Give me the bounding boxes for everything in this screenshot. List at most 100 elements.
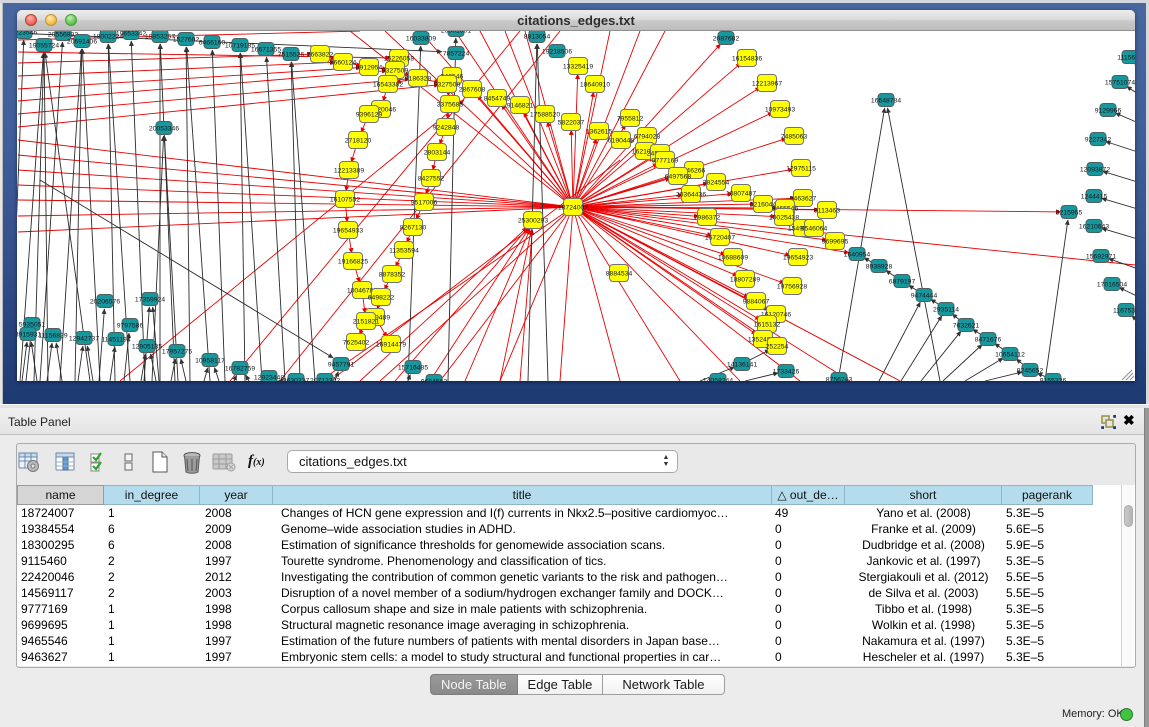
svg-text:11156829: 11156829	[38, 333, 67, 340]
svg-text:10853267: 10853267	[145, 34, 175, 41]
svg-text:8813054: 8813054	[524, 34, 551, 41]
svg-text:9699695: 9699695	[822, 239, 849, 246]
svg-text:7632621: 7632621	[953, 323, 980, 330]
svg-text:12942737: 12942737	[69, 336, 99, 343]
svg-text:15720407: 15720407	[705, 235, 735, 242]
svg-text:7663822: 7663822	[307, 52, 334, 59]
svg-text:19218506: 19218506	[542, 49, 572, 56]
svg-text:9155336: 9155336	[1040, 378, 1067, 382]
svg-text:7857224: 7857224	[443, 51, 470, 58]
svg-text:1167534: 1167534	[1113, 308, 1135, 315]
svg-text:2867608: 2867608	[459, 87, 486, 94]
svg-text:1244415: 1244415	[1081, 194, 1108, 201]
svg-text:16914479: 16914479	[376, 342, 406, 349]
svg-text:2087682: 2087682	[713, 36, 740, 43]
svg-text:9396129: 9396129	[356, 112, 383, 119]
svg-text:17957275: 17957275	[162, 349, 192, 356]
svg-text:8215955: 8215955	[1056, 210, 1083, 217]
svg-text:15751074: 15751074	[1105, 80, 1135, 87]
svg-text:17016504: 17016504	[1097, 282, 1127, 289]
svg-text:7955812: 7955812	[617, 116, 644, 123]
svg-text:19166825: 19166825	[338, 259, 368, 266]
svg-text:17359924: 17359924	[135, 297, 165, 304]
svg-text:9327509: 9327509	[382, 68, 409, 75]
svg-text:15692971: 15692971	[1086, 254, 1116, 261]
svg-text:17588520: 17588520	[530, 112, 560, 119]
svg-text:20801001: 20801001	[441, 31, 471, 35]
svg-text:19654933: 19654933	[333, 228, 363, 235]
svg-text:16033809: 16033809	[406, 36, 436, 43]
svg-text:2151821: 2151821	[353, 319, 380, 326]
svg-text:11353594: 11353594	[389, 248, 419, 255]
svg-text:19654923: 19654923	[783, 255, 813, 262]
svg-text:2803144: 2803144	[424, 150, 451, 157]
svg-text:14058244: 14058244	[703, 378, 733, 382]
svg-text:252254: 252254	[766, 344, 789, 351]
svg-text:8756743: 8756743	[826, 377, 853, 382]
svg-text:12213389: 12213389	[334, 168, 364, 175]
svg-text:8454749: 8454749	[484, 96, 511, 103]
svg-text:25300293: 25300293	[518, 218, 548, 225]
svg-text:12905135: 12905135	[132, 344, 162, 351]
svg-text:6497568: 6497568	[665, 174, 692, 181]
svg-text:9129966: 9129966	[1095, 108, 1122, 115]
svg-text:1362615: 1362615	[586, 129, 613, 136]
svg-text:2223546: 2223546	[17, 31, 37, 37]
svg-text:18640910: 18640910	[580, 82, 610, 89]
svg-text:12975115: 12975115	[786, 166, 816, 173]
svg-text:1640954: 1640954	[844, 252, 871, 259]
svg-text:1115675: 1115675	[1117, 55, 1135, 62]
svg-text:6794028: 6794028	[634, 134, 661, 141]
svg-text:8186328: 8186328	[405, 76, 432, 83]
svg-text:10688609: 10688609	[718, 255, 748, 262]
svg-text:3824554: 3824554	[703, 180, 730, 187]
svg-text:9113463: 9113463	[814, 208, 840, 215]
svg-text:1527602: 1527602	[173, 37, 200, 44]
svg-text:3375685: 3375685	[437, 102, 464, 109]
svg-text:6498222: 6498222	[368, 295, 395, 302]
svg-text:20206576: 20206576	[90, 299, 120, 306]
svg-text:6190448: 6190448	[608, 138, 635, 145]
svg-text:2935114: 2935114	[933, 307, 959, 314]
svg-text:19055724: 19055724	[29, 43, 59, 50]
svg-text:16543382: 16543382	[373, 82, 403, 89]
svg-text:1733426: 1733426	[773, 369, 800, 376]
svg-text:16210643: 16210643	[1079, 224, 1109, 231]
svg-text:10958117: 10958117	[195, 358, 225, 365]
svg-text:9797586: 9797586	[117, 323, 144, 330]
svg-text:9694563: 9694563	[421, 379, 448, 382]
svg-text:18724007: 18724007	[558, 205, 588, 212]
svg-text:8878352: 8878352	[379, 272, 406, 279]
svg-text:8471676: 8471676	[975, 337, 1002, 344]
svg-text:20053346: 20053346	[149, 126, 179, 133]
svg-text:9777169: 9777169	[652, 158, 679, 165]
svg-text:9474444: 9474444	[911, 293, 938, 300]
svg-text:8938928: 8938928	[866, 264, 893, 271]
svg-text:16671355: 16671355	[251, 47, 281, 54]
svg-text:7515526: 7515526	[278, 52, 305, 59]
svg-text:19653342: 19653342	[116, 31, 146, 38]
svg-text:18807289: 18807289	[730, 277, 760, 284]
svg-text:14136141: 14136141	[727, 362, 757, 369]
svg-text:2718120: 2718120	[345, 138, 372, 145]
svg-text:5822037: 5822037	[558, 120, 585, 127]
svg-text:9327508: 9327508	[434, 82, 461, 89]
svg-text:9546064: 9546064	[801, 226, 828, 233]
svg-text:12213967: 12213967	[752, 81, 782, 88]
svg-text:9517006: 9517006	[411, 200, 438, 207]
svg-text:9884067: 9884067	[743, 299, 770, 306]
svg-text:9146821: 9146821	[507, 103, 534, 110]
svg-text:7485063: 7485063	[781, 134, 808, 141]
svg-text:16107552: 16107552	[330, 197, 360, 204]
svg-text:10973493: 10973493	[765, 107, 795, 114]
svg-text:8427552: 8427552	[418, 176, 445, 183]
svg-text:6466160: 6466160	[199, 40, 226, 47]
svg-text:16154836: 16154836	[732, 56, 762, 63]
svg-text:12093872: 12093872	[1080, 167, 1110, 174]
svg-text:7986372: 7986372	[694, 215, 721, 222]
svg-text:8660124: 8660124	[330, 60, 357, 67]
svg-text:10654112: 10654112	[995, 352, 1025, 359]
svg-text:9245652: 9245652	[1017, 368, 1044, 375]
svg-text:13325419: 13325419	[563, 64, 593, 71]
svg-text:11451194: 11451194	[101, 337, 130, 344]
